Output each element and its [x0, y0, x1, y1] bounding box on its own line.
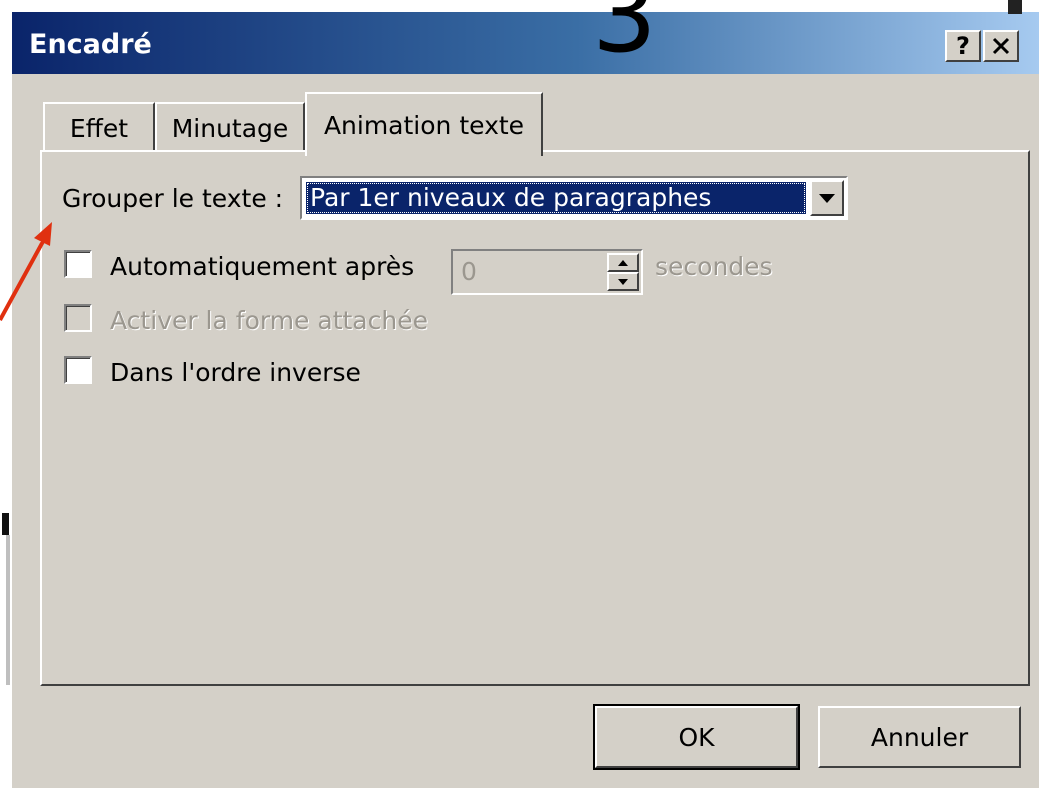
- close-icon: [992, 37, 1010, 55]
- slide-number-overlay: 3: [592, 0, 657, 76]
- stepper-down-button[interactable]: [607, 272, 639, 291]
- title-bar[interactable]: Encadré ?: [12, 12, 1039, 74]
- annotation-arrow-icon: [0, 222, 52, 321]
- seconds-unit-label: secondes: [655, 252, 773, 281]
- arrow-down-icon: [618, 278, 628, 285]
- background-mark: [2, 513, 9, 535]
- tab-animation-texte[interactable]: Animation texte: [305, 92, 543, 156]
- close-button[interactable]: [983, 30, 1019, 62]
- tab-minutage[interactable]: Minutage: [155, 102, 305, 152]
- group-text-label: Grouper le texte :: [62, 184, 284, 213]
- dropdown-button[interactable]: [810, 180, 844, 216]
- group-text-select[interactable]: Par 1er niveaux de paragraphes: [300, 176, 848, 220]
- cancel-button[interactable]: Annuler: [818, 706, 1021, 768]
- tab-panel: [40, 150, 1030, 686]
- background-mark-line: [6, 535, 10, 685]
- encadre-dialog: Encadré ? Effet Minutage Animation texte…: [12, 12, 1039, 788]
- attach-shape-label: Activer la forme attachée: [110, 306, 428, 335]
- auto-seconds-value: 0: [461, 257, 477, 286]
- group-text-selected-value: Par 1er niveaux de paragraphes: [306, 182, 806, 214]
- chevron-down-icon: [819, 193, 835, 203]
- reverse-order-checkbox[interactable]: [64, 356, 92, 384]
- auto-seconds-stepper[interactable]: 0: [451, 249, 643, 295]
- reverse-order-label: Dans l'ordre inverse: [110, 358, 361, 387]
- arrow-up-icon: [618, 259, 628, 266]
- help-button[interactable]: ?: [945, 30, 981, 62]
- ok-button[interactable]: OK: [593, 704, 800, 770]
- stepper-up-button[interactable]: [607, 253, 639, 272]
- corner-mark: [1008, 0, 1022, 14]
- auto-after-label: Automatiquement après: [110, 252, 415, 281]
